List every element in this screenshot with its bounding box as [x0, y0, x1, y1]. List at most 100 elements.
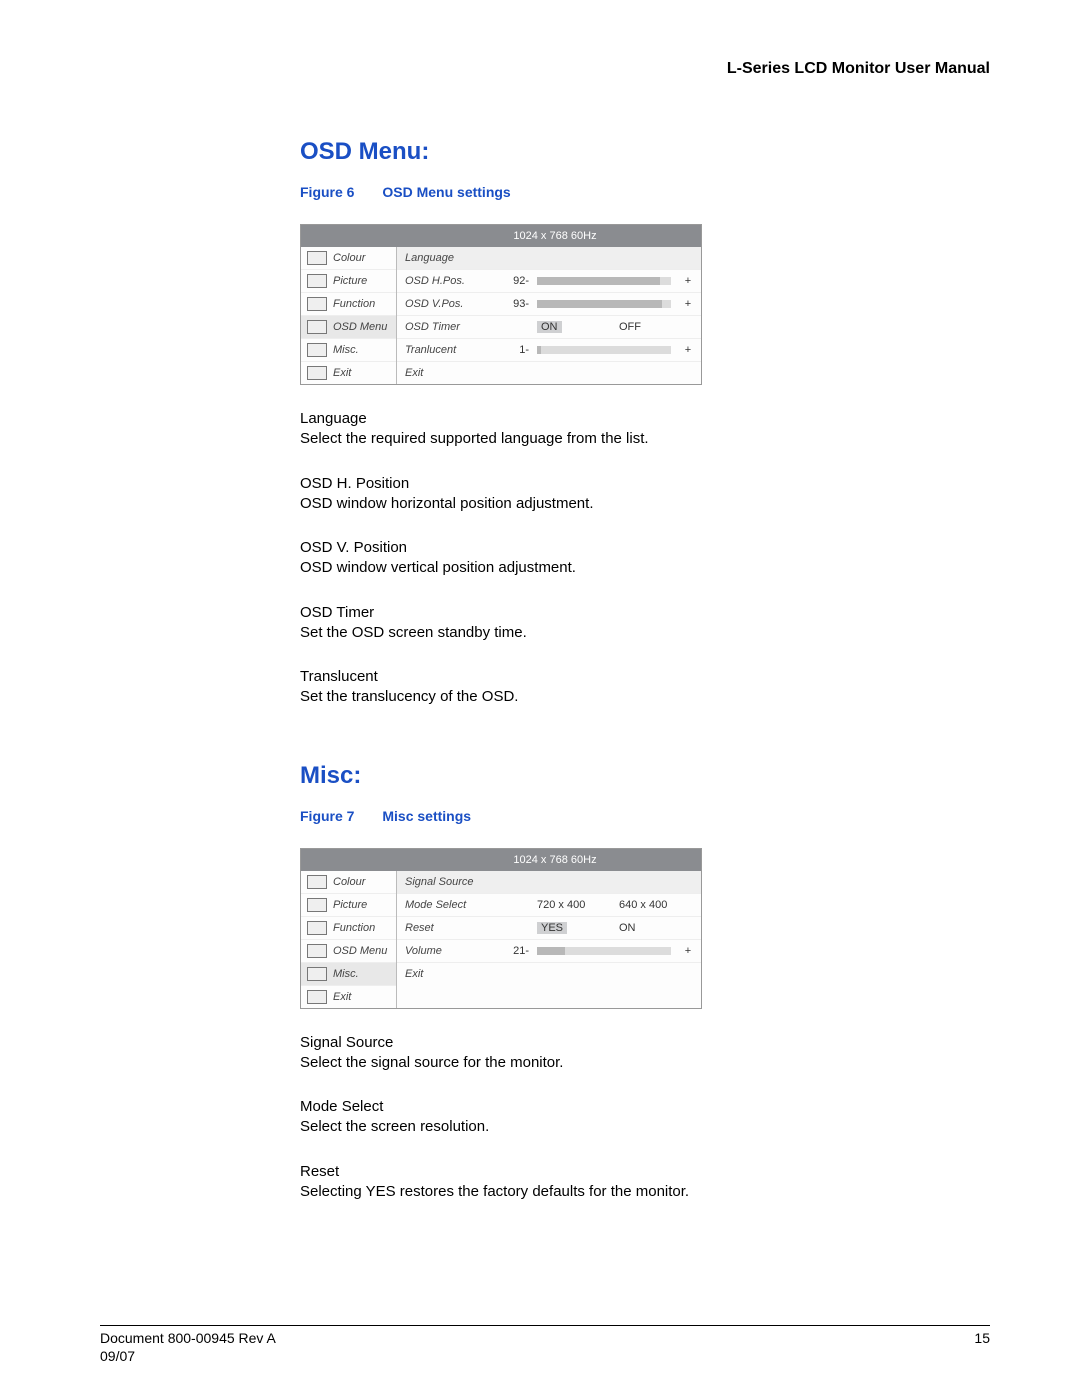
osd-nav-label: Colour	[333, 247, 365, 269]
menu-category-icon	[307, 297, 327, 311]
footer-date: 09/07	[100, 1348, 135, 1364]
osd-nav-item: OSD Menu	[301, 939, 396, 962]
osd-setting-value: 93-	[503, 293, 529, 315]
osd-nav-label: Picture	[333, 270, 367, 292]
section-title-osd-menu: OSD Menu:	[300, 138, 870, 166]
setting-text: OSD window horizontal position adjustmen…	[300, 495, 593, 512]
osd-setting-row: Mode Select 720 x 400 640 x 400	[397, 893, 701, 916]
osd-option: ON	[537, 316, 611, 338]
osd-option: 640 x 400	[619, 894, 693, 916]
osd-setting-row: OSD V.Pos. 93- +	[397, 292, 701, 315]
figure-caption-text: OSD Menu settings	[382, 184, 510, 200]
section-title-misc: Misc:	[300, 762, 870, 790]
osd-setting-value: 21-	[503, 940, 529, 962]
osd-nav-item: Function	[301, 292, 396, 315]
setting-text: Select the signal source for the monitor…	[300, 1054, 563, 1071]
setting-description: Mode SelectSelect the screen resolution.	[300, 1097, 870, 1138]
osd-option: 720 x 400	[537, 894, 611, 916]
menu-category-icon	[307, 944, 327, 958]
menu-category-icon	[307, 366, 327, 380]
setting-text: OSD window vertical position adjustment.	[300, 559, 576, 576]
plus-icon: +	[683, 270, 693, 292]
menu-category-icon	[307, 967, 327, 981]
osd-setting-label: Exit	[405, 362, 495, 384]
osd-nav-item: Picture	[301, 893, 396, 916]
setting-text: Set the OSD screen standby time.	[300, 624, 527, 641]
osd-setting-label: Mode Select	[405, 894, 495, 916]
menu-category-icon	[307, 990, 327, 1004]
osd-slider-track	[537, 947, 671, 955]
setting-text: Select the required supported language f…	[300, 430, 649, 447]
setting-term: Mode Select	[300, 1097, 870, 1117]
osd-nav-item: Misc.	[301, 962, 396, 985]
osd-setting-row: Reset YES ON	[397, 916, 701, 939]
osd-resolution: 1024 x 768 60Hz	[409, 849, 701, 871]
osd-setting-row: Signal Source	[397, 871, 701, 893]
setting-term: OSD Timer	[300, 603, 870, 623]
osd-menu-descriptions: LanguageSelect the required supported la…	[300, 409, 870, 708]
misc-descriptions: Signal SourceSelect the signal source fo…	[300, 1033, 870, 1203]
footer-page: 15	[974, 1330, 990, 1346]
menu-category-icon	[307, 320, 327, 334]
running-header: L-Series LCD Monitor User Manual	[100, 60, 990, 78]
menu-category-icon	[307, 274, 327, 288]
misc-menu-figure: 1024 x 768 60Hz ColourPictureFunctionOSD …	[300, 848, 702, 1009]
setting-term: Language	[300, 409, 870, 429]
footer-doc: Document 800-00945 Rev A	[100, 1330, 276, 1346]
osd-resolution: 1024 x 768 60Hz	[409, 225, 701, 247]
osd-nav-item: OSD Menu	[301, 315, 396, 338]
osd-setting-row: Language	[397, 247, 701, 269]
osd-nav-item: Colour	[301, 247, 396, 269]
osd-slider-track	[537, 346, 671, 354]
setting-description: OSD H. PositionOSD window horizontal pos…	[300, 474, 870, 515]
osd-setting-value: 92-	[503, 270, 529, 292]
osd-setting-label: OSD Timer	[405, 316, 495, 338]
osd-nav-label: Function	[333, 917, 375, 939]
setting-term: Reset	[300, 1162, 870, 1182]
osd-nav-label: Colour	[333, 871, 365, 893]
osd-slider-track	[537, 277, 671, 285]
osd-nav-item: Exit	[301, 361, 396, 384]
osd-nav-label: Exit	[333, 986, 351, 1008]
osd-setting-label: OSD V.Pos.	[405, 293, 495, 315]
setting-text: Selecting YES restores the factory defau…	[300, 1183, 689, 1200]
osd-option: YES	[537, 917, 611, 939]
setting-text: Select the screen resolution.	[300, 1118, 489, 1135]
osd-nav-item: Picture	[301, 269, 396, 292]
setting-description: OSD V. PositionOSD window vertical posit…	[300, 538, 870, 579]
menu-category-icon	[307, 251, 327, 265]
setting-description: ResetSelecting YES restores the factory …	[300, 1162, 870, 1203]
osd-nav-item: Function	[301, 916, 396, 939]
osd-setting-label: Reset	[405, 917, 495, 939]
menu-category-icon	[307, 921, 327, 935]
osd-nav-label: Function	[333, 293, 375, 315]
osd-setting-label: Language	[405, 247, 495, 269]
plus-icon: +	[683, 293, 693, 315]
setting-term: OSD V. Position	[300, 538, 870, 558]
osd-setting-label: Signal Source	[405, 871, 495, 893]
menu-category-icon	[307, 898, 327, 912]
osd-setting-row: OSD Timer ON OFF	[397, 315, 701, 338]
osd-nav-label: Exit	[333, 362, 351, 384]
osd-nav-item: Exit	[301, 985, 396, 1008]
figure-label: Figure 6	[300, 184, 354, 200]
osd-setting-label: Volume	[405, 940, 495, 962]
setting-text: Set the translucency of the OSD.	[300, 688, 518, 705]
menu-category-icon	[307, 343, 327, 357]
setting-term: OSD H. Position	[300, 474, 870, 494]
osd-option: ON	[619, 917, 693, 939]
osd-nav-label: OSD Menu	[333, 316, 387, 338]
figure-caption-text: Misc settings	[382, 808, 471, 824]
setting-term: Signal Source	[300, 1033, 870, 1053]
osd-setting-row: Tranlucent1-+	[397, 338, 701, 361]
osd-setting-label: Exit	[405, 963, 495, 985]
osd-option: OFF	[619, 316, 693, 338]
osd-setting-label: OSD H.Pos.	[405, 270, 495, 292]
setting-description: Signal SourceSelect the signal source fo…	[300, 1033, 870, 1074]
osd-nav-label: Picture	[333, 894, 367, 916]
setting-term: Translucent	[300, 667, 870, 687]
osd-setting-value: 1-	[503, 339, 529, 361]
osd-nav-item: Colour	[301, 871, 396, 893]
setting-description: OSD TimerSet the OSD screen standby time…	[300, 603, 870, 644]
osd-nav-item: Misc.	[301, 338, 396, 361]
